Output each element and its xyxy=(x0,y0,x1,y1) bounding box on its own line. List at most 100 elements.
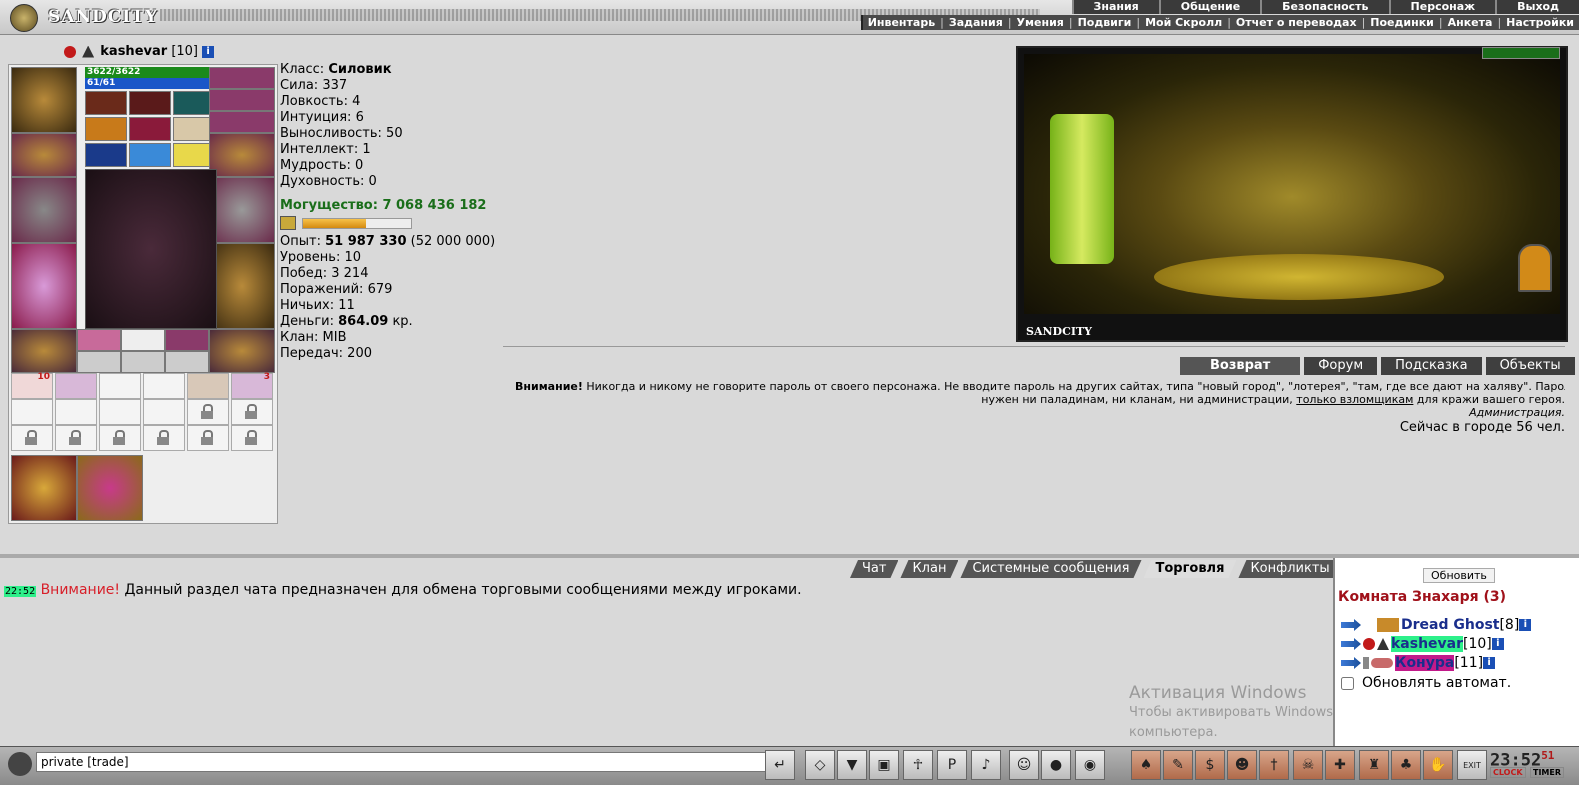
inventory-item-2[interactable] xyxy=(55,373,97,399)
warning-link[interactable]: только взломщикам xyxy=(1296,393,1413,406)
menu-security[interactable]: Безопасность xyxy=(1260,0,1388,14)
forum-button[interactable]: Форум xyxy=(1304,357,1377,375)
inventory-locked[interactable] xyxy=(11,425,53,451)
fighters-icon[interactable]: ☥ xyxy=(903,750,933,780)
inventory-empty-3[interactable] xyxy=(11,399,53,425)
submenu-transfers[interactable]: Отчет о переводах xyxy=(1231,15,1362,30)
align-icon[interactable] xyxy=(82,46,94,58)
info-icon[interactable]: i xyxy=(1483,657,1495,669)
inventory-empty-1[interactable] xyxy=(99,373,141,399)
weapon-slot[interactable] xyxy=(11,177,77,243)
legs-slot[interactable] xyxy=(209,243,275,329)
cat-icon[interactable]: ♣ xyxy=(1391,750,1421,780)
buff-icon-2[interactable] xyxy=(129,91,171,115)
armor-slot[interactable] xyxy=(11,243,77,329)
info-icon[interactable]: i xyxy=(1519,619,1531,631)
smile-icon[interactable]: ☺ xyxy=(1009,750,1039,780)
tab-conflicts[interactable]: Конфликты xyxy=(1238,560,1341,578)
medkit-icon[interactable]: ✚ xyxy=(1325,750,1355,780)
inventory-empty-6[interactable] xyxy=(143,399,185,425)
exit-icon[interactable]: EXIT xyxy=(1457,750,1487,780)
submenu-fights[interactable]: Поединки xyxy=(1365,15,1439,30)
money-bag-icon[interactable]: $ xyxy=(1195,750,1225,780)
rune-slots[interactable] xyxy=(209,111,275,133)
buff-icon-5[interactable] xyxy=(129,117,171,141)
inventory-empty-2[interactable] xyxy=(143,373,185,399)
inventory-locked[interactable] xyxy=(55,425,97,451)
tab-trade[interactable]: Торговля xyxy=(1144,560,1237,578)
inventory-item-1[interactable]: 10 xyxy=(11,373,53,399)
submenu-achievements[interactable]: Подвиги xyxy=(1073,15,1137,30)
sword-icon[interactable]: † xyxy=(1259,750,1289,780)
inventory-item-4[interactable]: 3 xyxy=(231,373,273,399)
scroll-icon[interactable]: ✎ xyxy=(1163,750,1193,780)
empty-slot-3[interactable] xyxy=(121,351,165,373)
shield-slot[interactable] xyxy=(209,177,275,243)
buff-icon-7[interactable] xyxy=(85,143,127,167)
tab-chat[interactable]: Чат xyxy=(850,560,898,578)
send-icon[interactable]: ↵ xyxy=(765,750,795,780)
return-button[interactable]: Возврат xyxy=(1180,357,1300,375)
timer-label[interactable]: TIMER xyxy=(1530,767,1564,778)
buff-icon-4[interactable] xyxy=(85,117,127,141)
character-avatar[interactable] xyxy=(85,169,217,329)
submenu-quests[interactable]: Задания xyxy=(944,15,1008,30)
character-icon[interactable]: ♜ xyxy=(1359,750,1389,780)
tab-system[interactable]: Системные сообщения xyxy=(960,560,1141,578)
bag-icon[interactable]: ♠ xyxy=(1131,750,1161,780)
chat-input[interactable] xyxy=(36,752,768,772)
hint-button[interactable]: Подсказка xyxy=(1381,357,1481,375)
inventory-item-3[interactable] xyxy=(187,373,229,399)
save-icon[interactable]: ▣ xyxy=(869,750,899,780)
submenu-settings[interactable]: Настройки xyxy=(1501,15,1579,30)
inventory-locked[interactable] xyxy=(99,425,141,451)
buff-icon-8[interactable] xyxy=(129,143,171,167)
info-icon[interactable]: i xyxy=(202,46,214,58)
inventory-locked[interactable] xyxy=(187,399,229,425)
costume-item-2[interactable] xyxy=(77,455,143,521)
filter-icon[interactable]: ▼ xyxy=(837,750,867,780)
belt-slot[interactable] xyxy=(11,329,77,373)
hand-icon[interactable]: ✋ xyxy=(1423,750,1453,780)
ring-slot-2[interactable] xyxy=(209,89,275,111)
buff-icon-1[interactable] xyxy=(85,91,127,115)
submenu-inventory[interactable]: Инвентарь xyxy=(863,15,940,30)
menu-knowledge[interactable]: Знания xyxy=(1072,0,1159,14)
user-name[interactable]: Dread Ghost xyxy=(1401,617,1499,633)
auto-update-checkbox[interactable] xyxy=(1341,677,1354,690)
menu-communication[interactable]: Общение xyxy=(1159,0,1260,14)
objects-button[interactable]: Объекты xyxy=(1486,357,1575,375)
menu-exit[interactable]: Выход xyxy=(1495,0,1579,14)
tab-clan[interactable]: Клан xyxy=(900,560,958,578)
skull-icon[interactable]: ☠ xyxy=(1293,750,1323,780)
inventory-locked[interactable] xyxy=(187,425,229,451)
ring-slot-1[interactable] xyxy=(209,67,275,89)
gloves-slot[interactable] xyxy=(11,133,77,177)
user-name[interactable]: kashevar xyxy=(1391,636,1463,652)
amulet-slot[interactable] xyxy=(77,329,121,351)
private-arrow-icon[interactable] xyxy=(1341,619,1361,631)
inventory-empty-4[interactable] xyxy=(55,399,97,425)
eraser-icon[interactable]: ◇ xyxy=(805,750,835,780)
menu-character[interactable]: Персонаж xyxy=(1389,0,1496,14)
inventory-empty-5[interactable] xyxy=(99,399,141,425)
helmet-icon[interactable]: ● xyxy=(1041,750,1071,780)
submenu-scroll[interactable]: Мой Скролл xyxy=(1140,15,1227,30)
boots-slot[interactable] xyxy=(209,329,275,373)
clan-icon[interactable] xyxy=(64,46,76,58)
info-icon[interactable]: i xyxy=(1492,638,1504,650)
empty-slot-4[interactable] xyxy=(165,351,209,373)
chat-timestamp[interactable]: 22:52 xyxy=(4,586,36,597)
helmet-slot[interactable] xyxy=(11,67,77,133)
inventory-locked[interactable] xyxy=(231,399,273,425)
inventory-locked[interactable] xyxy=(231,425,273,451)
earring-slot[interactable] xyxy=(165,329,209,351)
submenu-skills[interactable]: Умения xyxy=(1012,15,1069,30)
bracers-slot[interactable] xyxy=(209,133,275,177)
user-name[interactable]: Конура xyxy=(1395,655,1454,671)
exit-door-icon[interactable] xyxy=(1518,244,1552,292)
empty-slot-1[interactable] xyxy=(121,329,165,351)
private-arrow-icon[interactable] xyxy=(1341,657,1361,669)
settings-icon[interactable]: ◉ xyxy=(1075,750,1105,780)
refresh-button[interactable]: Обновить xyxy=(1423,568,1495,583)
